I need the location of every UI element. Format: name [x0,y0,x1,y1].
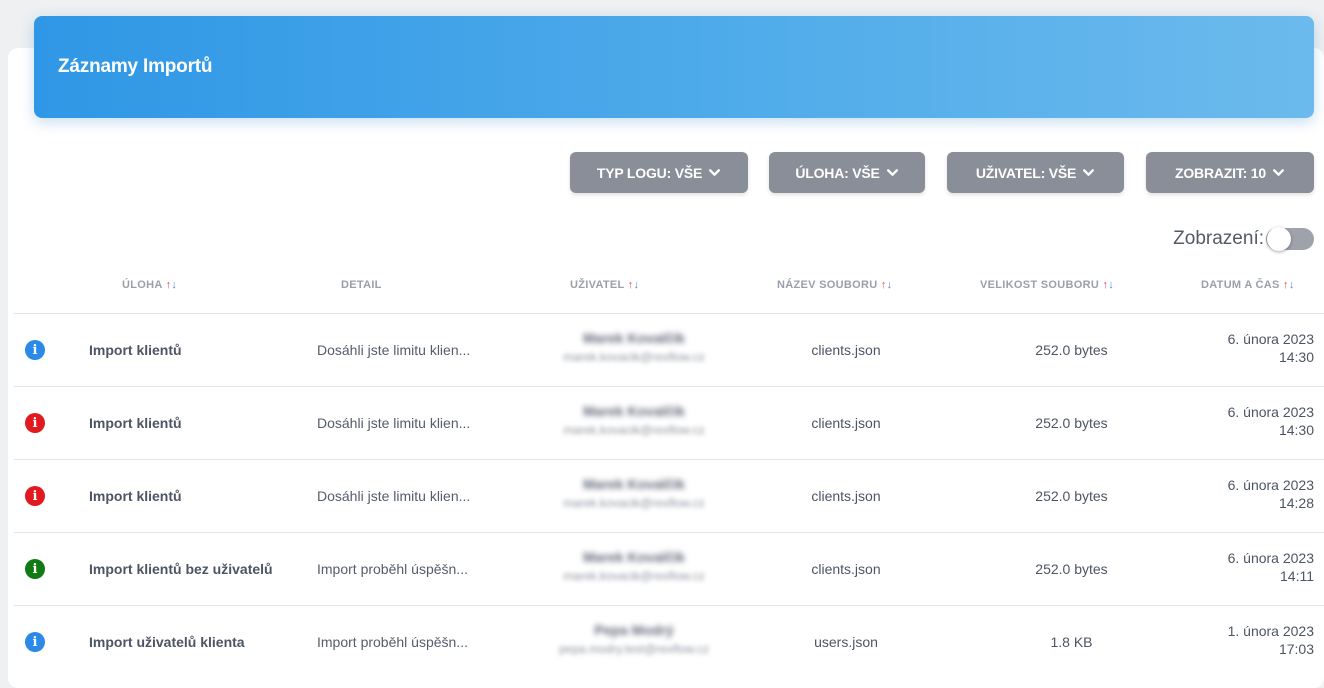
page-title: Záznamy Importů [58,56,213,77]
column-header-task[interactable]: ÚLOHA ↑↓ [122,279,177,291]
row-datetime: 6. února 2023 14:30 [1194,330,1314,366]
sort-arrows-icon[interactable]: ↑↓ [628,279,640,291]
row-detail: Import proběhl úspěšn... [317,634,468,650]
column-header-detail: DETAIL [341,279,382,291]
row-detail: Dosáhli jste limitu klien... [317,415,471,431]
row-time: 14:28 [1278,495,1314,511]
table-row[interactable]: i Import klientů Dosáhli jste limitu kli… [14,314,1324,387]
row-datetime: 6. února 2023 14:28 [1194,476,1314,512]
row-date: 6. února 2023 [1227,331,1314,347]
row-size: 252.0 bytes [1035,415,1108,431]
row-user-email: marek.kovacik@rexflow.cz [563,569,705,583]
row-time: 14:30 [1278,422,1314,438]
filter-user-label: UŽIVATEL: VŠE [975,164,1077,181]
chevron-down-icon [886,169,898,176]
filter-log-type-label: TYP LOGU: VŠE [596,164,703,181]
row-date: 6. února 2023 [1227,550,1314,566]
row-user: Pepa Modrý pepa.modry.test@rexflow.cz [519,622,749,656]
row-file: clients.json [811,342,881,358]
info-icon: i [25,340,45,360]
row-task: Import klientů [89,488,182,504]
row-user-email: marek.kovacik@rexflow.cz [563,350,705,364]
row-user-email: pepa.modry.test@rexflow.cz [558,642,710,656]
row-user-name: Marek Kovalčík [583,476,685,492]
row-file: clients.json [811,561,881,577]
row-file: clients.json [811,488,881,504]
row-task: Import uživatelů klienta [89,634,245,650]
sort-arrows-icon[interactable]: ↑↓ [1102,279,1114,291]
row-time: 14:11 [1280,568,1314,584]
error-icon: i [25,486,45,506]
row-size: 252.0 bytes [1035,488,1108,504]
row-size: 252.0 bytes [1035,342,1108,358]
chevron-down-icon [1272,169,1284,176]
column-header-detail-label: DETAIL [341,279,382,291]
row-user: Marek Kovalčík marek.kovacik@rexflow.cz [519,330,749,364]
toggle-knob [1267,227,1291,251]
row-task: Import klientů [89,342,182,358]
info-icon: i [25,632,45,652]
row-size: 1.8 KB [1050,634,1093,650]
row-datetime: 6. února 2023 14:30 [1194,403,1314,439]
filter-page-size-button[interactable]: ZOBRAZIT: 10 [1146,152,1314,193]
filter-log-type-button[interactable]: TYP LOGU: VŠE [570,152,748,193]
filter-page-size-label: ZOBRAZIT: 10 [1175,164,1266,181]
row-user: Marek Kovalčík marek.kovacik@rexflow.cz [519,403,749,437]
sort-arrows-icon[interactable]: ↑↓ [166,279,178,291]
row-detail: Dosáhli jste limitu klien... [317,342,471,358]
view-toggle-switch[interactable] [1266,227,1314,251]
column-header-file-label: NÁZEV SOUBORU [777,279,878,291]
column-header-task-label: ÚLOHA [122,279,163,291]
column-header-datetime[interactable]: DATUM A ČAS ↑↓ [1201,279,1295,291]
filter-task-label: ÚLOHA: VŠE [795,164,880,181]
chevron-down-icon [1083,169,1095,176]
column-header-datetime-label: DATUM A ČAS [1201,279,1280,291]
row-size: 252.0 bytes [1035,561,1108,577]
row-user-name: Marek Kovalčík [583,549,685,565]
column-header-size[interactable]: VELIKOST SOUBORU ↑↓ [980,279,1114,291]
row-detail: Dosáhli jste limitu klien... [317,488,471,504]
row-task: Import klientů [89,415,182,431]
row-date: 1. února 2023 [1227,623,1314,639]
row-file: clients.json [811,415,881,431]
row-user-name: Pepa Modrý [594,622,674,638]
row-task: Import klientů bez uživatelů [89,561,273,577]
table-row[interactable]: i Import klientů Dosáhli jste limitu kli… [14,460,1324,533]
row-time: 17:03 [1278,641,1314,657]
column-header-user-label: UŽIVATEL [570,279,625,291]
row-time: 14:30 [1278,349,1314,365]
row-detail: Import proběhl úspěšn... [317,561,468,577]
sort-arrows-icon[interactable]: ↑↓ [881,279,893,291]
row-user-email: marek.kovacik@rexflow.cz [563,496,705,510]
column-header-user[interactable]: UŽIVATEL ↑↓ [570,279,639,291]
chevron-down-icon [709,169,721,176]
table-row[interactable]: i Import uživatelů klienta Import proběh… [14,606,1324,679]
success-icon: i [25,559,45,579]
row-user: Marek Kovalčík marek.kovacik@rexflow.cz [519,476,749,510]
row-datetime: 6. února 2023 14:11 [1194,549,1314,585]
row-datetime: 1. února 2023 17:03 [1194,622,1314,658]
view-toggle-label: Zobrazení: [1173,228,1264,249]
row-user: Marek Kovalčík marek.kovacik@rexflow.cz [519,549,749,583]
row-file: users.json [814,634,878,650]
row-user-name: Marek Kovalčík [583,330,685,346]
table-row[interactable]: i Import klientů bez uživatelů Import pr… [14,533,1324,606]
page-header: Záznamy Importů [34,16,1314,118]
sort-arrows-icon[interactable]: ↑↓ [1283,279,1295,291]
view-toggle-group: Zobrazení: [1173,227,1314,251]
table-row[interactable]: i Import klientů Dosáhli jste limitu kli… [14,387,1324,460]
row-date: 6. února 2023 [1227,404,1314,420]
column-header-size-label: VELIKOST SOUBORU [980,279,1100,291]
row-user-email: marek.kovacik@rexflow.cz [563,423,705,437]
column-header-file[interactable]: NÁZEV SOUBORU ↑↓ [777,279,892,291]
filter-task-button[interactable]: ÚLOHA: VŠE [769,152,925,193]
error-icon: i [25,413,45,433]
row-user-name: Marek Kovalčík [583,403,685,419]
row-date: 6. února 2023 [1227,477,1314,493]
filter-user-button[interactable]: UŽIVATEL: VŠE [947,152,1124,193]
